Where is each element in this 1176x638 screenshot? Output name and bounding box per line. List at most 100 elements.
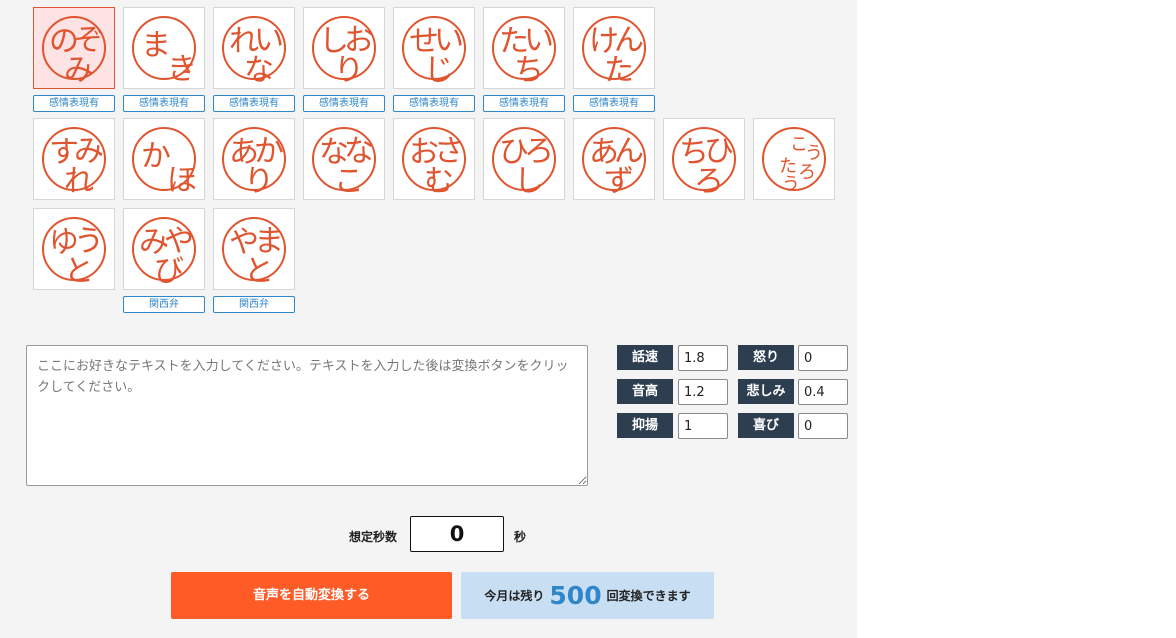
voice-badge: 関西弁 — [213, 296, 295, 313]
voice-stamp-icon: ひろし — [492, 127, 556, 197]
voice-card[interactable]: みやび — [123, 208, 205, 290]
voice-card[interactable]: せいじ — [393, 7, 475, 89]
voice-badge: 感情表現有 — [393, 95, 475, 112]
voice-stamp-icon: しおり — [312, 16, 376, 86]
voice-badge: 関西弁 — [123, 296, 205, 313]
voice-stamp-char: ほ — [167, 163, 197, 198]
voice-card[interactable]: あんず — [573, 118, 655, 200]
sadness-input[interactable] — [798, 379, 848, 405]
param-label-pitch: 音高 — [617, 379, 673, 404]
voice-stamp-char: ん — [614, 23, 644, 58]
voice-stamp-icon: あかり — [222, 127, 286, 197]
voice-stamp-icon: れいな — [222, 16, 286, 86]
duration-display: 0 — [410, 516, 504, 552]
voice-stamp-char: り — [334, 53, 364, 88]
voice-stamp-char: れ — [64, 164, 94, 199]
voice-stamp-char: り — [244, 164, 274, 199]
voice-stamp-icon: のぞみ — [42, 16, 106, 86]
voice-card[interactable]: こうたろう — [753, 118, 835, 200]
voice-stamp-icon: たいち — [492, 16, 556, 86]
intonation-input[interactable] — [678, 413, 728, 439]
voice-stamp-char: こ — [334, 164, 364, 199]
voice-card[interactable]: すみれ — [33, 118, 115, 200]
voice-card[interactable]: かほ — [123, 118, 205, 200]
voice-stamp-icon: こうたろう — [762, 127, 826, 195]
voice-stamp-char: ひ — [704, 134, 734, 169]
main-panel: のぞみ感情表現有まき感情表現有れいな感情表現有しおり感情表現有せいじ感情表現有た… — [0, 0, 857, 638]
voice-stamp-char: ち — [514, 53, 544, 88]
voice-badge: 感情表現有 — [573, 95, 655, 112]
voice-stamp-char: み — [74, 134, 104, 169]
voice-card[interactable]: たいち — [483, 7, 565, 89]
voice-stamp-char: じ — [424, 53, 454, 88]
voice-stamp-icon: ななこ — [312, 127, 376, 197]
voice-card[interactable]: ひろし — [483, 118, 565, 200]
remaining-conversions: 今月は残り 500 回変換できます — [461, 572, 714, 619]
voice-stamp-char: び — [154, 254, 184, 289]
voice-stamp-char: う — [782, 174, 800, 195]
convert-button[interactable]: 音声を自動変換する — [171, 572, 452, 619]
voice-stamp-char: た — [604, 53, 634, 88]
voice-stamp-icon: まき — [132, 16, 197, 85]
voice-stamp-char: ろ — [524, 134, 554, 169]
voice-stamp-char: や — [164, 224, 194, 259]
voice-stamp-icon: かほ — [132, 127, 197, 196]
voice-card[interactable]: まき — [123, 7, 205, 89]
voice-card[interactable]: けんた — [573, 7, 655, 89]
speed-input[interactable] — [678, 345, 728, 371]
voice-card[interactable]: のぞみ — [33, 7, 115, 89]
voice-stamp-char: か — [254, 134, 284, 169]
voice-stamp-char: き — [167, 52, 197, 87]
duration-unit: 秒 — [514, 530, 527, 544]
voice-stamp-icon: あんず — [582, 127, 646, 197]
voice-stamp-char: と — [64, 254, 94, 289]
voice-stamp-char: む — [424, 164, 454, 199]
voice-badge: 感情表現有 — [483, 95, 565, 112]
voice-stamp-char: な — [244, 53, 274, 88]
voice-badge: 感情表現有 — [303, 95, 385, 112]
voice-card[interactable]: れいな — [213, 7, 295, 89]
voice-card[interactable]: ちひろ — [663, 118, 745, 200]
duration-label: 想定秒数 — [349, 530, 398, 544]
remaining-count: 500 — [549, 581, 602, 610]
param-label-speed: 話速 — [617, 345, 673, 370]
voice-stamp-icon: けんた — [582, 16, 646, 86]
voice-card[interactable]: ゆうと — [33, 208, 115, 290]
joy-input[interactable] — [798, 413, 848, 439]
voice-badge: 感情表現有 — [33, 95, 115, 112]
param-label-sadness: 悲しみ — [738, 379, 794, 404]
voice-stamp-char: う — [805, 143, 823, 164]
pitch-input[interactable] — [678, 379, 728, 405]
voice-stamp-char: ん — [614, 134, 644, 169]
voice-stamp-icon: ゆうと — [42, 217, 106, 287]
voice-stamp-char: お — [344, 23, 374, 58]
voice-card[interactable]: おさむ — [393, 118, 475, 200]
voice-stamp-char: い — [524, 23, 554, 58]
param-label-joy: 喜び — [738, 413, 794, 438]
voice-stamp-char: ま — [254, 224, 284, 259]
voice-stamp-icon: ちひろ — [672, 127, 736, 197]
voice-card[interactable]: やまと — [213, 208, 295, 290]
param-label-intonation: 抑揚 — [617, 413, 673, 438]
voice-badge: 感情表現有 — [213, 95, 295, 112]
voice-card[interactable]: あかり — [213, 118, 295, 200]
voice-card[interactable]: ななこ — [303, 118, 385, 200]
voice-stamp-char: な — [344, 134, 374, 169]
voice-stamp-char: う — [74, 224, 104, 259]
voice-stamp-char: さ — [434, 134, 464, 169]
voice-stamp-icon: すみれ — [42, 127, 106, 197]
param-label-anger: 怒り — [738, 345, 794, 370]
voice-stamp-char: み — [64, 53, 94, 88]
anger-input[interactable] — [798, 345, 848, 371]
voice-stamp-char: ず — [604, 164, 634, 199]
voice-stamp-char: ろ — [798, 162, 816, 183]
voice-card[interactable]: しおり — [303, 7, 385, 89]
voice-stamp-char: い — [434, 23, 464, 58]
voice-stamp-icon: みやび — [132, 217, 196, 287]
voice-stamp-char: ろ — [694, 164, 724, 199]
remaining-prefix: 今月は残り — [484, 589, 545, 603]
voice-stamp-icon: やまと — [222, 217, 286, 287]
text-input[interactable] — [26, 345, 588, 486]
voice-stamp-char: ぞ — [74, 23, 104, 58]
voice-stamp-char: し — [514, 164, 544, 199]
